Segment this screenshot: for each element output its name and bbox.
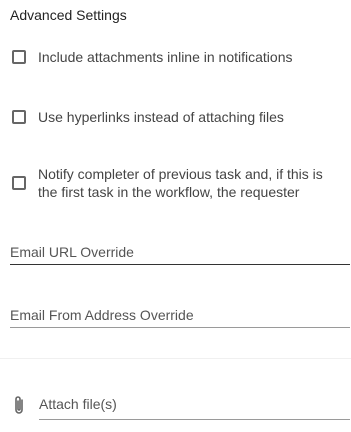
notify-completer-label: Notify completer of previous task and, i…: [38, 166, 323, 200]
attach-files-button[interactable]: Attach file(s): [0, 388, 351, 420]
notify-completer-checkbox[interactable]: [12, 176, 26, 190]
email-from-override-input[interactable]: [10, 303, 350, 327]
attach-files-label: Attach file(s): [39, 396, 117, 412]
email-url-override-field: [10, 234, 350, 265]
email-url-override-underline: [10, 264, 350, 265]
email-url-override-input[interactable]: [10, 240, 350, 264]
use-hyperlinks-checkbox[interactable]: [12, 110, 26, 124]
paperclip-icon: [15, 396, 23, 414]
option-use-hyperlinks[interactable]: Use hyperlinks instead of attaching file…: [0, 108, 351, 128]
email-from-override-field: [10, 297, 350, 328]
option-notify-completer[interactable]: Notify completer of previous task and, i…: [0, 165, 351, 203]
inline-attachments-label: Include attachments inline in notificati…: [38, 49, 293, 65]
inline-attachments-checkbox[interactable]: [12, 50, 26, 64]
option-inline-attachments[interactable]: Include attachments inline in notificati…: [0, 48, 351, 68]
section-divider: [0, 358, 351, 359]
use-hyperlinks-label: Use hyperlinks instead of attaching file…: [38, 109, 284, 125]
email-from-override-underline: [10, 327, 350, 328]
attach-files-underline: [39, 419, 350, 420]
section-title: Advanced Settings: [10, 7, 127, 23]
advanced-settings-panel: Advanced Settings Include attachments in…: [0, 0, 351, 432]
